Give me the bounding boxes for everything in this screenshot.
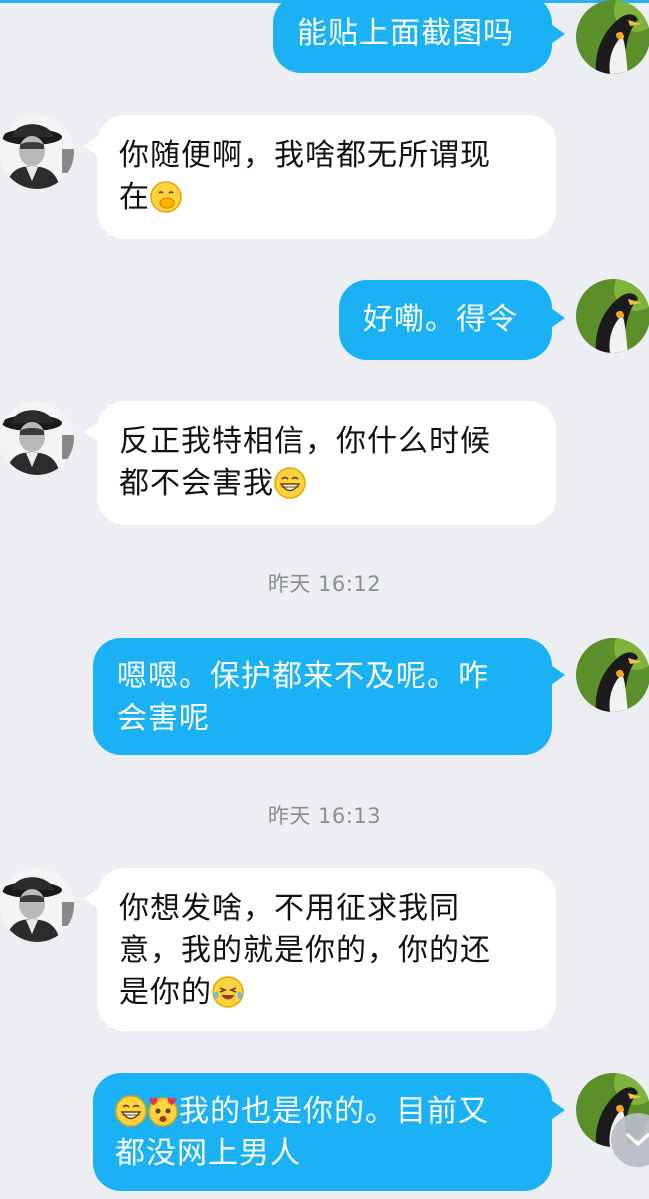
message-text: 好嘞。得令: [363, 302, 518, 337]
message-text-line: 会害呢: [117, 701, 210, 736]
bubble-tail: [551, 665, 565, 685]
message-text-line: 你随便啊，我啥都无所谓现: [119, 138, 491, 173]
message-bubble[interactable]: 好嘞。得令: [339, 280, 552, 360]
contact-avatar[interactable]: [0, 868, 74, 942]
message-bubble[interactable]: 能贴上面截图吗: [273, 0, 552, 73]
message-text-line: 是你的: [119, 972, 534, 1014]
message-text-line: 你想发啥，不用征求我同: [119, 891, 460, 926]
message-text-line: 我的也是你的。目前又: [115, 1091, 530, 1133]
message-text-line: 在: [119, 177, 534, 219]
message-text-line: 都不会害我: [119, 463, 534, 505]
bubble-tail: [551, 308, 565, 328]
bubble-tail: [551, 1100, 565, 1120]
bubble-tail: [551, 24, 565, 44]
bubble-tail: [84, 136, 98, 156]
message-text-line: 意，我的就是你的，你的还: [119, 933, 491, 968]
grinning-emoji: [274, 467, 306, 499]
self-avatar[interactable]: [576, 638, 649, 712]
message-bubble[interactable]: 我的也是你的。目前又 都没网上男人: [93, 1073, 552, 1191]
timestamp: 昨天 16:12: [267, 572, 382, 596]
contact-avatar[interactable]: [0, 401, 74, 475]
heart-eyes-emoji: [147, 1095, 179, 1127]
message-bubble[interactable]: 你随便啊，我啥都无所谓现 在: [97, 115, 556, 239]
covering-mouth-laugh-emoji: [150, 181, 182, 213]
message-text-line: 反正我特相信，你什么时候: [119, 424, 491, 459]
message-bubble[interactable]: 反正我特相信，你什么时候 都不会害我: [97, 401, 556, 525]
crying-laughing-emoji: [212, 976, 244, 1008]
message-text: 能贴上面截图吗: [297, 16, 514, 51]
message-bubble[interactable]: 嗯嗯。保护都来不及呢。咋 会害呢: [93, 638, 552, 755]
grinning-emoji: [115, 1095, 147, 1127]
contact-avatar[interactable]: [0, 115, 74, 189]
message-bubble[interactable]: 你想发啥，不用征求我同 意，我的就是你的，你的还 是你的: [97, 868, 556, 1031]
message-text-line: 都没网上男人: [115, 1136, 301, 1171]
chevron-down-icon: [626, 1133, 649, 1146]
bubble-tail: [84, 889, 98, 909]
timestamp: 昨天 16:13: [267, 804, 382, 828]
self-avatar[interactable]: [576, 279, 649, 353]
scroll-to-bottom-button[interactable]: [611, 1113, 649, 1167]
self-avatar[interactable]: [576, 0, 649, 74]
message-text-line: 嗯嗯。保护都来不及呢。咋: [117, 659, 489, 694]
bubble-tail: [84, 422, 98, 442]
